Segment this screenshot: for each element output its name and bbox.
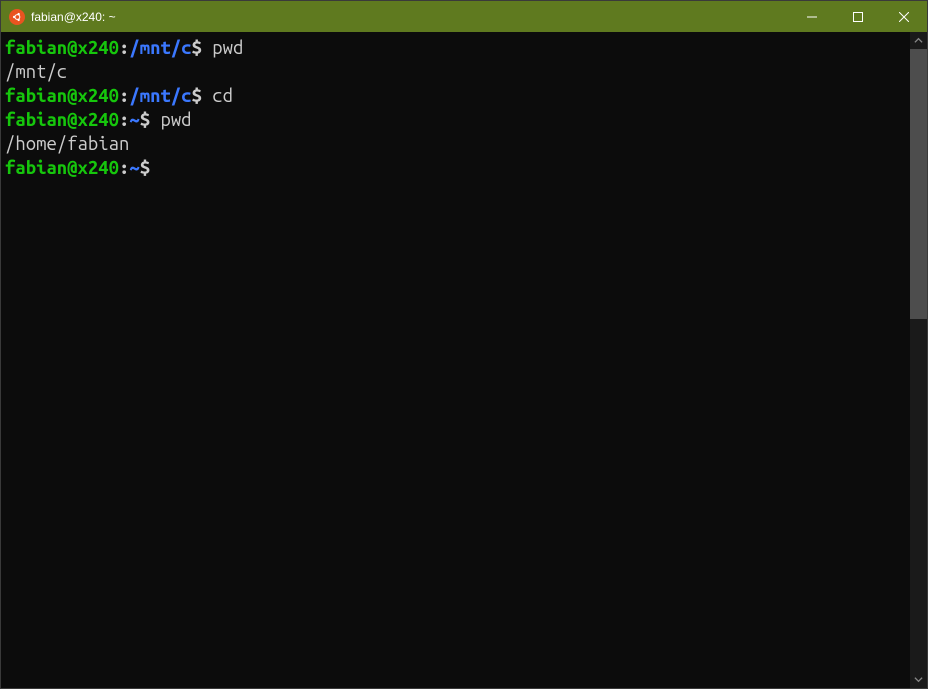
window-controls bbox=[789, 1, 927, 32]
prompt-dollar: $ bbox=[192, 38, 213, 58]
client-area: fabian@x240:/mnt/c$ pwd/mnt/cfabian@x240… bbox=[1, 32, 927, 688]
terminal-prompt-line: fabian@x240:~$ pwd bbox=[5, 108, 906, 132]
terminal-window: fabian@x240: ~ fabian@x240:/mnt/c$ pwd/m… bbox=[0, 0, 928, 689]
prompt-command: pwd bbox=[212, 38, 243, 58]
prompt-command: cd bbox=[212, 86, 233, 106]
minimize-button[interactable] bbox=[789, 1, 835, 32]
prompt-user-host: fabian@x240 bbox=[5, 110, 119, 130]
window-title: fabian@x240: ~ bbox=[31, 10, 116, 24]
scroll-thumb[interactable] bbox=[910, 49, 927, 319]
prompt-user-host: fabian@x240 bbox=[5, 38, 119, 58]
prompt-dollar: $ bbox=[140, 110, 161, 130]
ubuntu-icon bbox=[9, 9, 25, 25]
close-button[interactable] bbox=[881, 1, 927, 32]
output-text: /home/fabian bbox=[5, 134, 129, 154]
prompt-colon: : bbox=[119, 158, 129, 178]
terminal-prompt-line: fabian@x240:/mnt/c$ cd bbox=[5, 84, 906, 108]
prompt-command: pwd bbox=[160, 110, 191, 130]
prompt-user-host: fabian@x240 bbox=[5, 86, 119, 106]
titlebar[interactable]: fabian@x240: ~ bbox=[1, 1, 927, 32]
prompt-colon: : bbox=[119, 86, 129, 106]
terminal-output[interactable]: fabian@x240:/mnt/c$ pwd/mnt/cfabian@x240… bbox=[1, 32, 910, 688]
prompt-user-host: fabian@x240 bbox=[5, 158, 119, 178]
output-text: /mnt/c bbox=[5, 62, 67, 82]
scroll-down-button[interactable] bbox=[910, 671, 927, 688]
prompt-path: ~ bbox=[129, 158, 139, 178]
terminal-output-line: /mnt/c bbox=[5, 60, 906, 84]
scroll-up-button[interactable] bbox=[910, 32, 927, 49]
prompt-dollar: $ bbox=[140, 158, 161, 178]
vertical-scrollbar[interactable] bbox=[910, 32, 927, 688]
terminal-output-line: /home/fabian bbox=[5, 132, 906, 156]
prompt-path: ~ bbox=[129, 110, 139, 130]
prompt-dollar: $ bbox=[192, 86, 213, 106]
maximize-button[interactable] bbox=[835, 1, 881, 32]
terminal-prompt-line: fabian@x240:~$ bbox=[5, 156, 906, 180]
prompt-colon: : bbox=[119, 38, 129, 58]
prompt-path: /mnt/c bbox=[129, 86, 191, 106]
terminal-prompt-line: fabian@x240:/mnt/c$ pwd bbox=[5, 36, 906, 60]
prompt-colon: : bbox=[119, 110, 129, 130]
prompt-path: /mnt/c bbox=[129, 38, 191, 58]
